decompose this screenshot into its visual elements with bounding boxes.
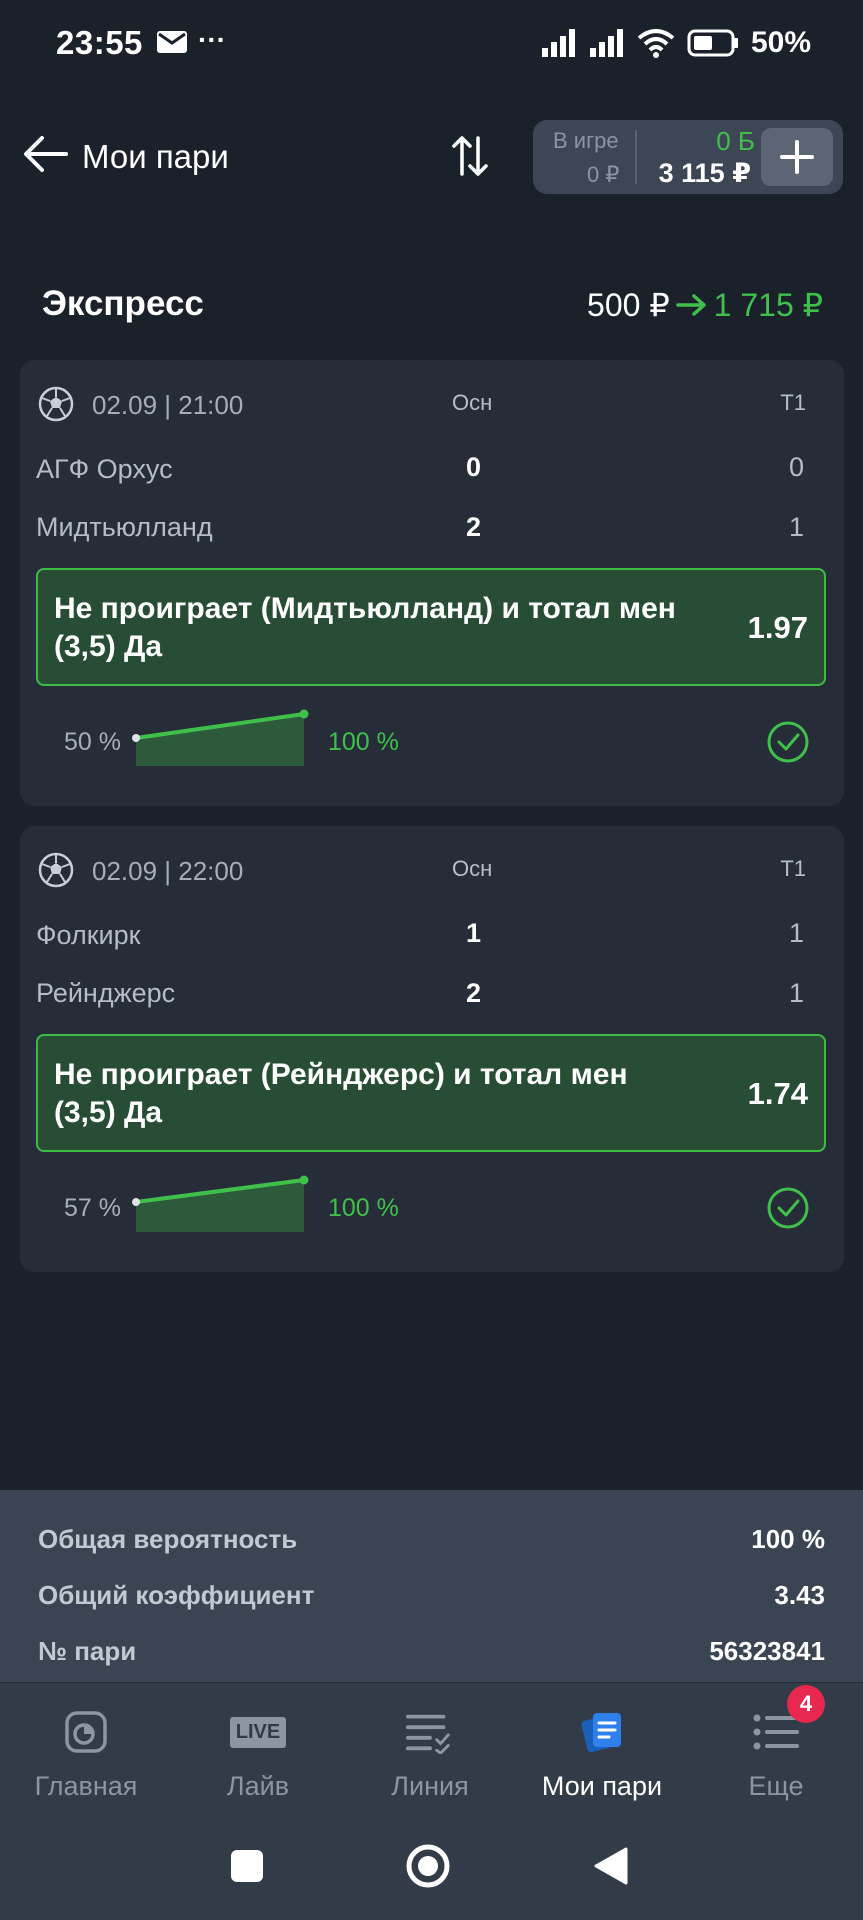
check-circle-icon bbox=[766, 1186, 810, 1230]
in-game-label: В игре bbox=[553, 128, 619, 153]
team2-score-main: 2 bbox=[466, 512, 482, 542]
nav-item-line[interactable]: Линия bbox=[344, 1707, 516, 1802]
home-button[interactable] bbox=[404, 1842, 452, 1895]
summary-bet-number-label: № пари bbox=[38, 1636, 137, 1666]
team2-name: Мидтьюлланд bbox=[36, 512, 213, 542]
team2-score-main: 2 bbox=[466, 978, 482, 1008]
team2-score-t1: 1 bbox=[788, 978, 804, 1008]
page-title: Мои пари bbox=[82, 138, 229, 175]
wifi-icon bbox=[637, 29, 675, 58]
live-icon-text: LIVE bbox=[229, 1716, 287, 1748]
event-card[interactable]: 02.09 | 21:00 Осн Т1 АГФ Орхус 0 0 Мидть… bbox=[20, 360, 844, 806]
sort-icon[interactable] bbox=[450, 134, 490, 178]
probability-start-point bbox=[132, 734, 140, 742]
bet-outcome-text: Не проиграет (Мидтьюлланд) и тотал мен (… bbox=[54, 592, 676, 663]
summary-probability-row: Общая вероятность 100 % bbox=[38, 1524, 825, 1555]
more-notifications-indicator: ··· bbox=[198, 24, 226, 55]
deposit-plus-button[interactable] bbox=[761, 128, 833, 186]
express-stake: 500 ₽ bbox=[587, 287, 670, 323]
battery-percent: 50% bbox=[750, 26, 811, 59]
summary-coefficient-row: Общий коэффициент 3.43 bbox=[38, 1580, 825, 1611]
team1-score-main: 0 bbox=[466, 452, 482, 482]
probability-area bbox=[136, 1180, 304, 1232]
summary-bet-number-row: № пари 56323841 bbox=[38, 1636, 825, 1667]
balance-widget[interactable]: В игре 0 ₽ 0 Б 3 115 ₽ bbox=[533, 120, 843, 194]
probability-end: 100 % bbox=[328, 728, 399, 756]
summary-bet-number-value: 56323841 bbox=[709, 1636, 825, 1666]
probability-end: 100 % bbox=[328, 1194, 399, 1222]
summary-coefficient-label: Общий коэффициент bbox=[38, 1580, 315, 1610]
nav-item-live[interactable]: LIVE Лайв bbox=[172, 1707, 344, 1802]
event-datetime: 02.09 | 22:00 bbox=[92, 856, 244, 886]
back-arrow-icon[interactable] bbox=[22, 134, 68, 174]
bet-summary-panel: Общая вероятность 100 % Общий коэффициен… bbox=[0, 1490, 863, 1682]
bet-outcome-text: Не проиграет (Рейнджерс) и тотал мен (3,… bbox=[54, 1058, 628, 1129]
recent-apps-button[interactable] bbox=[230, 1849, 264, 1888]
plus-icon bbox=[780, 140, 814, 174]
team1-score-main: 1 bbox=[466, 918, 482, 948]
check-circle-icon bbox=[766, 720, 810, 764]
money-balance: 3 115 ₽ bbox=[658, 158, 751, 188]
probability-end-point bbox=[299, 709, 309, 719]
probability-area bbox=[136, 714, 304, 766]
team1-score-t1: 1 bbox=[788, 918, 804, 948]
nav-item-home[interactable]: Главная bbox=[0, 1707, 172, 1802]
column-header-t1: Т1 bbox=[780, 856, 806, 881]
nav-label: Мои пари bbox=[541, 1771, 663, 1801]
nav-item-my-bets[interactable]: Мои пари bbox=[516, 1707, 688, 1802]
nav-label: Еще bbox=[748, 1771, 804, 1801]
balance-divider bbox=[635, 130, 637, 184]
bet-odds: 1.97 bbox=[747, 610, 808, 645]
status-time: 23:55 bbox=[56, 24, 143, 61]
in-game-value: 0 ₽ bbox=[587, 162, 620, 187]
notification-badge: 4 bbox=[787, 1685, 825, 1723]
mail-icon bbox=[156, 30, 188, 59]
nav-item-more[interactable]: 4 Еще bbox=[690, 1685, 862, 1802]
summary-probability-label: Общая вероятность bbox=[38, 1524, 298, 1554]
line-icon bbox=[405, 1707, 455, 1757]
column-header-main: Осн bbox=[452, 856, 493, 881]
column-header-main: Осн bbox=[452, 390, 493, 415]
my-bets-icon bbox=[577, 1707, 627, 1757]
nav-label: Линия bbox=[391, 1771, 469, 1801]
signal-icon bbox=[589, 29, 623, 57]
express-amount: 500 ₽ 1 715 ₽ bbox=[587, 286, 823, 324]
probability-start: 57 % bbox=[64, 1194, 121, 1222]
probability-start: 50 % bbox=[64, 728, 121, 756]
soccer-ball-icon bbox=[38, 852, 74, 888]
bet-outcome-box: Не проиграет (Рейнджерс) и тотал мен (3,… bbox=[36, 1034, 826, 1152]
event-card[interactable]: 02.09 | 22:00 Осн Т1 Фолкирк 1 1 Рейндже… bbox=[20, 826, 844, 1272]
summary-coefficient-value: 3.43 bbox=[774, 1580, 825, 1610]
nav-label: Лайв bbox=[226, 1771, 290, 1801]
back-button[interactable] bbox=[592, 1846, 628, 1891]
bet-outcome-box: Не проиграет (Мидтьюлланд) и тотал мен (… bbox=[36, 568, 826, 686]
probability-trend-graph bbox=[132, 1175, 309, 1232]
nav-label: Главная bbox=[34, 1771, 138, 1801]
arrow-right-icon bbox=[675, 294, 706, 316]
probability-end-point bbox=[299, 1175, 309, 1185]
more-icon: 4 bbox=[751, 1685, 825, 1757]
bonus-balance: 0 Б bbox=[716, 126, 755, 156]
team1-name: АГФ Орхус bbox=[36, 454, 173, 484]
express-payout: 1 715 ₽ bbox=[713, 287, 823, 323]
column-header-t1: Т1 bbox=[780, 390, 806, 415]
signal-icon bbox=[541, 29, 575, 57]
probability-trend-graph bbox=[132, 709, 309, 766]
express-title: Экспресс bbox=[42, 284, 204, 323]
summary-probability-value: 100 % bbox=[751, 1524, 825, 1554]
team2-score-t1: 1 bbox=[788, 512, 804, 542]
soccer-ball-icon bbox=[38, 386, 74, 422]
status-icons: 50% bbox=[541, 26, 811, 60]
team1-score-t1: 0 bbox=[788, 452, 804, 482]
home-icon bbox=[61, 1707, 111, 1757]
probability-start-point bbox=[132, 1198, 140, 1207]
team1-name: Фолкирк bbox=[36, 920, 141, 950]
live-icon: LIVE bbox=[229, 1707, 287, 1757]
event-datetime: 02.09 | 21:00 bbox=[92, 390, 244, 420]
bet-odds: 1.74 bbox=[747, 1076, 808, 1111]
team2-name: Рейнджерс bbox=[36, 978, 176, 1008]
battery-icon bbox=[687, 29, 738, 57]
